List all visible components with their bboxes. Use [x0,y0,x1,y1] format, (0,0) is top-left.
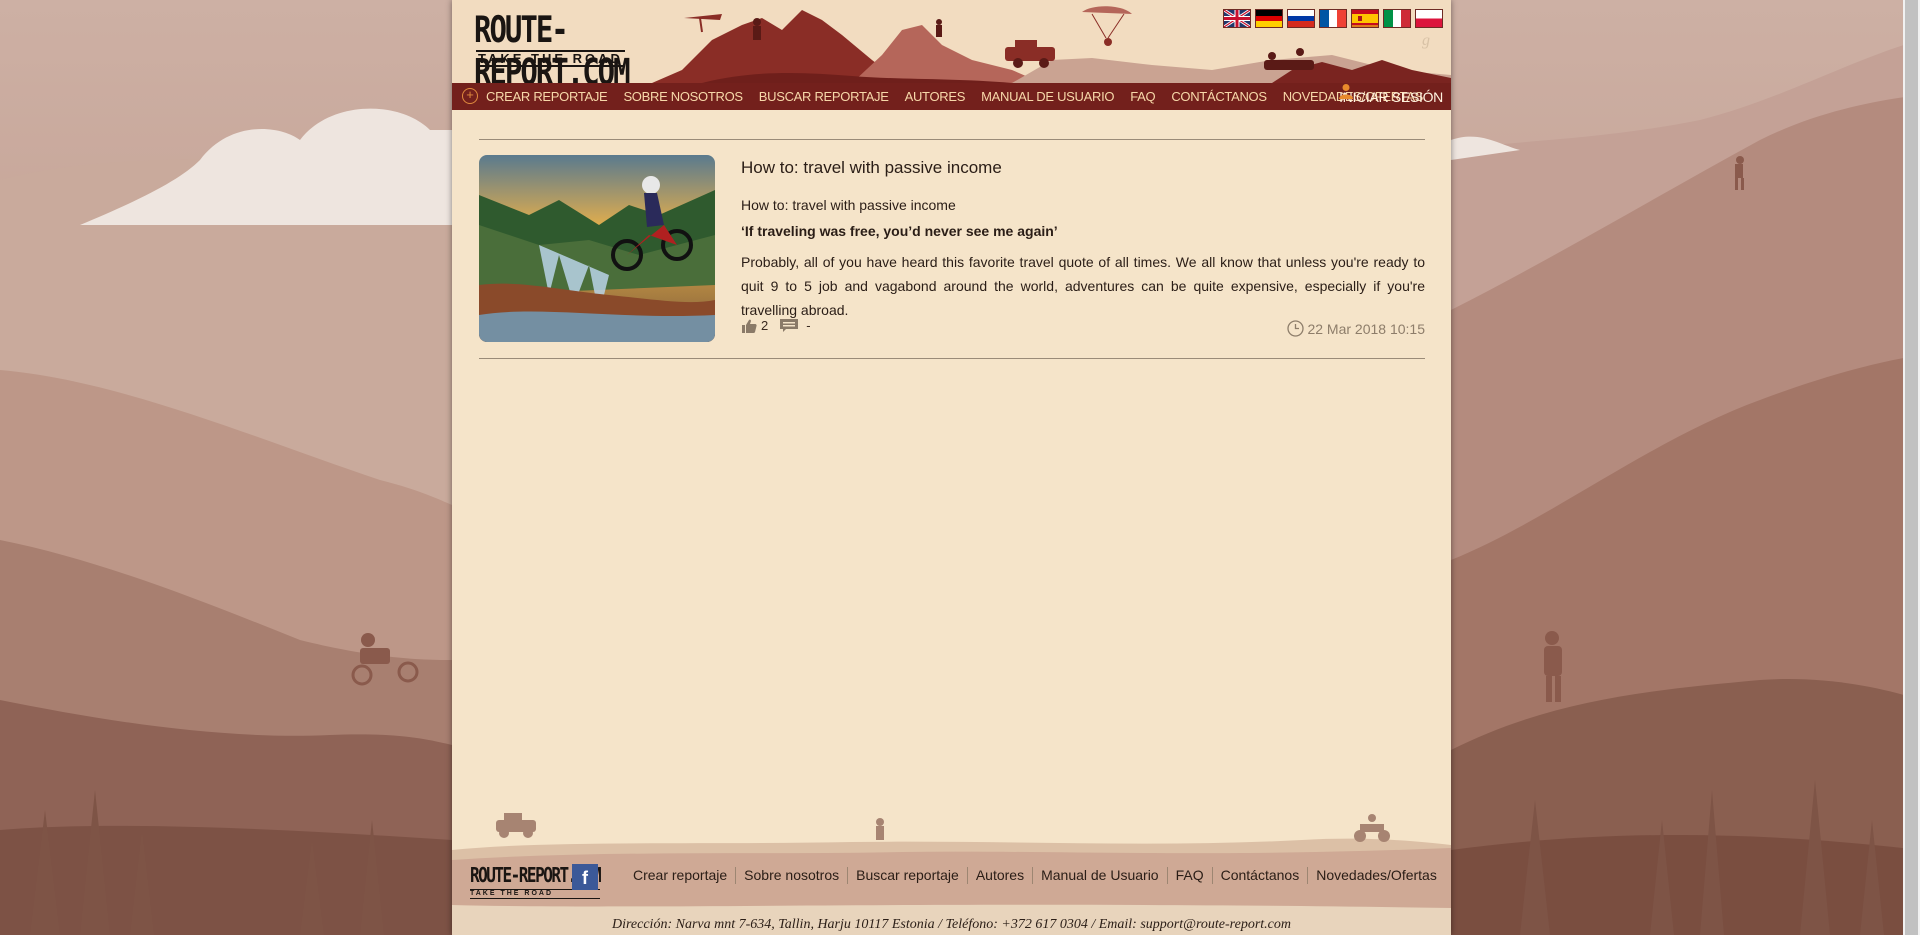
footer-address: Dirección: Narva mnt 7-634, Tallin, Harj… [611,917,1291,932]
comments-icon[interactable] [780,319,799,332]
footer-link-autores[interactable]: Autores [966,867,1032,884]
nav-item-faq[interactable]: FAQ [1130,83,1155,110]
footer-link-faq[interactable]: FAQ [1166,867,1212,884]
vertical-scrollbar[interactable] [1903,0,1920,935]
post-date-text: 22 Mar 2018 10:15 [1307,320,1425,337]
footer-link-manual[interactable]: Manual de Usuario [1032,867,1167,884]
user-icon [1339,84,1354,99]
main-navigation: + Crear reportaje Sobre nosotros Buscar … [452,83,1451,110]
login-button[interactable]: INICIAR SESIÓN [1339,83,1443,110]
plus-circle-icon[interactable]: + [462,88,478,104]
divider [479,139,1425,140]
logo-tagline: TAKE THE ROAD [476,50,625,67]
footer-link-crear-reportaje[interactable]: Crear reportaje [633,867,735,884]
nav-item-crear-reportaje[interactable]: Crear reportaje [486,83,608,110]
post-quote: ‘If traveling was free, you’d never see … [741,223,1058,239]
footer-link-sobre-nosotros[interactable]: Sobre nosotros [735,867,847,884]
post-title[interactable]: How to: travel with passive income [741,158,1002,178]
page-container: g ROUTE-REPORT.COM TAKE THE ROAD + CREAR… [452,0,1451,935]
flag-pl-icon[interactable] [1415,9,1443,28]
flag-en-icon[interactable] [1223,9,1251,28]
nav-item-autores[interactable]: Autores [905,83,966,110]
footer-logo-tagline: TAKE THE ROAD [470,889,601,899]
like-count: 2 [761,318,769,333]
site-logo[interactable]: ROUTE-REPORT.COM TAKE THE ROAD [474,8,656,93]
scrollbar-thumb[interactable] [1905,0,1918,935]
comment-count: - [806,318,811,333]
svg-text:g: g [1422,32,1430,49]
flag-it-icon[interactable] [1383,9,1411,28]
thumbs-up-icon[interactable] [741,319,757,333]
footer-link-contactanos[interactable]: Contáctanos [1211,867,1308,884]
site-header: g ROUTE-REPORT.COM TAKE THE ROAD + CREAR… [452,0,1451,110]
nav-item-manual[interactable]: Manual de usuario [981,83,1114,110]
post-meta: 2 - [741,318,811,333]
flag-es-icon[interactable] [1351,9,1379,28]
flag-fr-icon[interactable] [1319,9,1347,28]
post-date: 22 Mar 2018 10:15 [1287,320,1425,337]
nav-item-contactanos[interactable]: Contáctanos [1171,83,1267,110]
facebook-icon[interactable]: f [572,864,598,890]
clock-icon [1287,320,1305,337]
nav-item-buscar-reportaje[interactable]: Buscar reportaje [759,83,889,110]
post-excerpt: Probably, all of you have heard this fav… [741,254,1425,318]
footer-link-buscar-reportaje[interactable]: Buscar reportaje [847,867,967,884]
divider [479,358,1425,359]
post-subtitle: How to: travel with passive income [741,197,956,213]
flag-ru-icon[interactable] [1287,9,1315,28]
nav-item-sobre-nosotros[interactable]: Sobre nosotros [623,83,743,110]
footer-link-novedades[interactable]: Novedades/Ofertas [1307,867,1445,884]
login-label: INICIAR SESIÓN [1339,89,1443,105]
post-thumbnail[interactable] [479,155,715,342]
flag-de-icon[interactable] [1255,9,1283,28]
language-selector [1223,9,1443,28]
footer-links: Crear reportaje Sobre nosotros Buscar re… [633,867,1445,884]
